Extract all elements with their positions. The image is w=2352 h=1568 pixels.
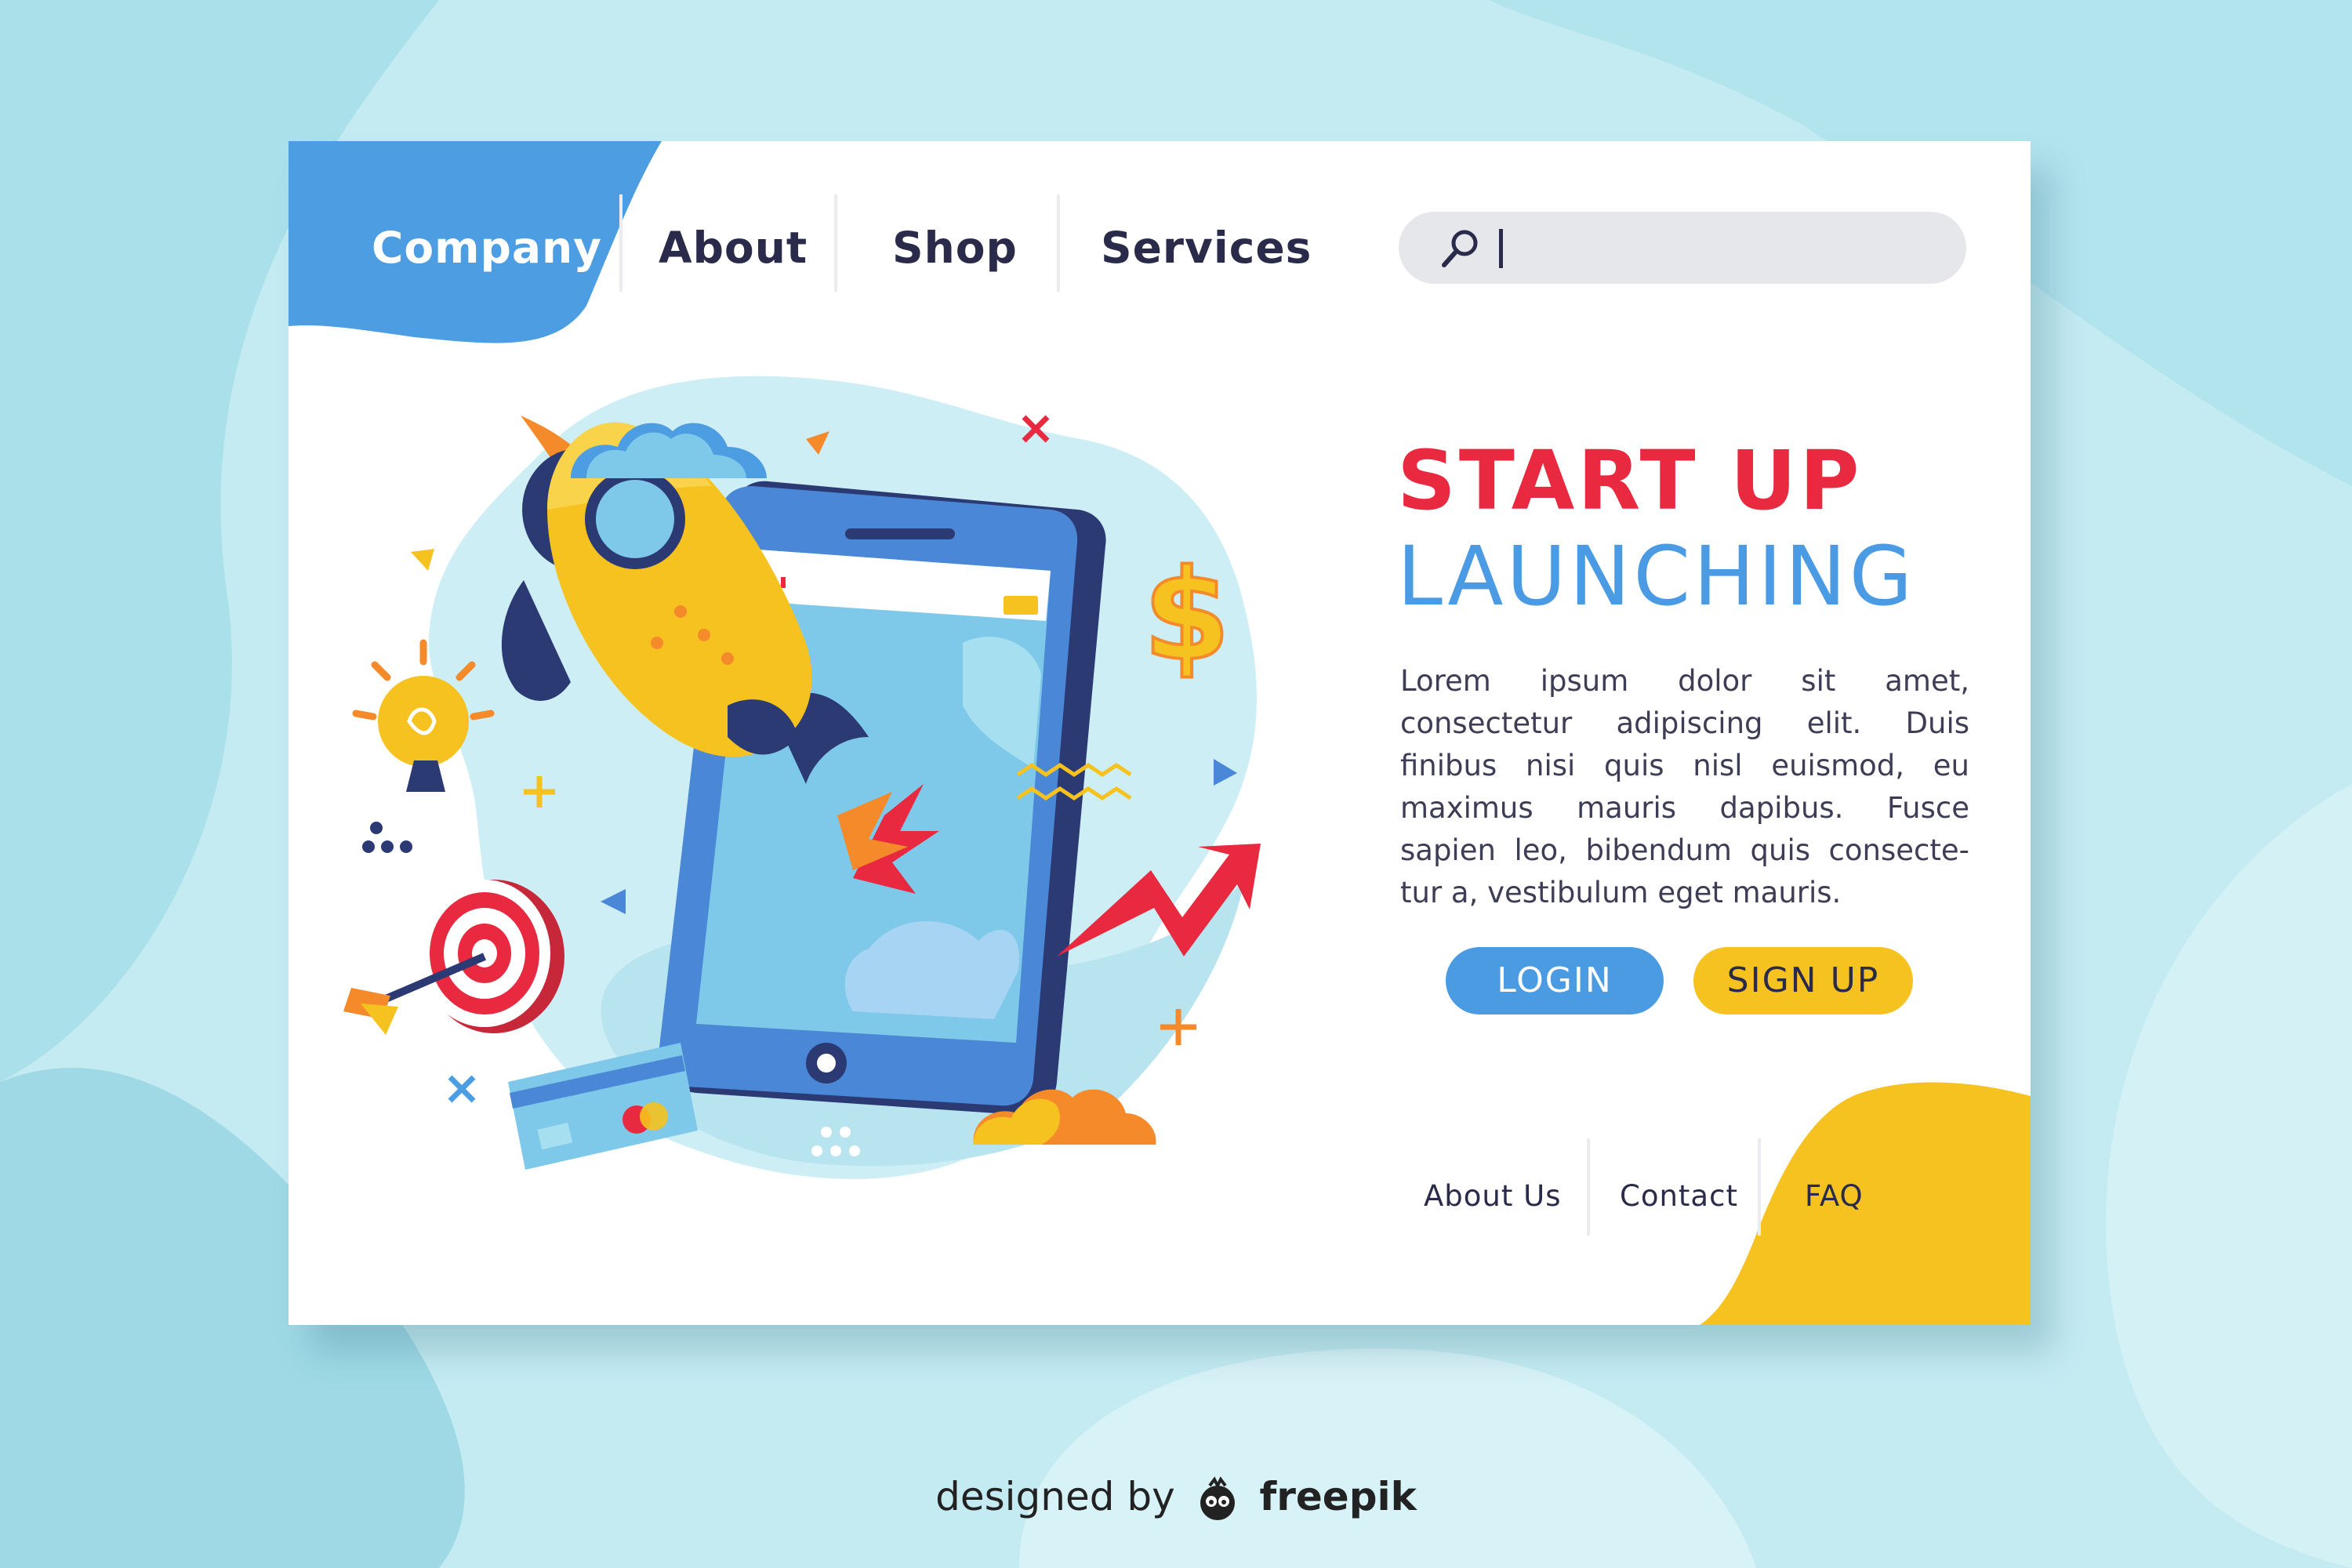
signup-button[interactable]: SIGN UP — [1693, 947, 1913, 1014]
footer-link-contact[interactable]: Contact — [1620, 1173, 1738, 1220]
attribution-prefix: designed by — [935, 1474, 1175, 1519]
landing-card: $ Company About Shop Services START UP L… — [289, 141, 2031, 1325]
target-icon — [343, 880, 564, 1035]
hero-title-line1: START UP — [1397, 433, 1863, 528]
search-bar[interactable] — [1399, 212, 1966, 284]
search-input[interactable] — [1499, 223, 1941, 274]
login-button[interactable]: LOGIN — [1446, 947, 1664, 1014]
freepik-logo-icon — [1200, 1475, 1235, 1520]
footer-link-faq[interactable]: FAQ — [1805, 1173, 1864, 1220]
footer-link-about-us[interactable]: About Us — [1424, 1173, 1562, 1220]
nav-divider — [1057, 194, 1060, 292]
nav-divider — [619, 194, 622, 292]
search-icon — [1442, 230, 1478, 267]
footer-divider — [1587, 1138, 1590, 1236]
footer-divider — [1758, 1138, 1761, 1236]
hero-title-line2: LAUNCHING — [1397, 528, 1916, 624]
dollar-icon: $ — [1142, 540, 1232, 690]
attribution-brand: freepik — [1259, 1474, 1417, 1519]
svg-text:$: $ — [1143, 542, 1230, 688]
nav-company[interactable]: Company — [372, 216, 602, 279]
nav-divider — [834, 194, 837, 292]
nav-shop[interactable]: Shop — [892, 216, 1018, 279]
lightbulb-icon — [352, 639, 495, 792]
arrow-up-icon — [1057, 844, 1261, 956]
nav-about[interactable]: About — [659, 216, 808, 279]
attribution: designed by freepik — [0, 1474, 2352, 1523]
nav-services[interactable]: Services — [1101, 216, 1312, 279]
hero-body-text: Lorem ipsum dolor sit amet, consectetur … — [1400, 664, 1969, 909]
credit-card-icon — [508, 1043, 698, 1170]
